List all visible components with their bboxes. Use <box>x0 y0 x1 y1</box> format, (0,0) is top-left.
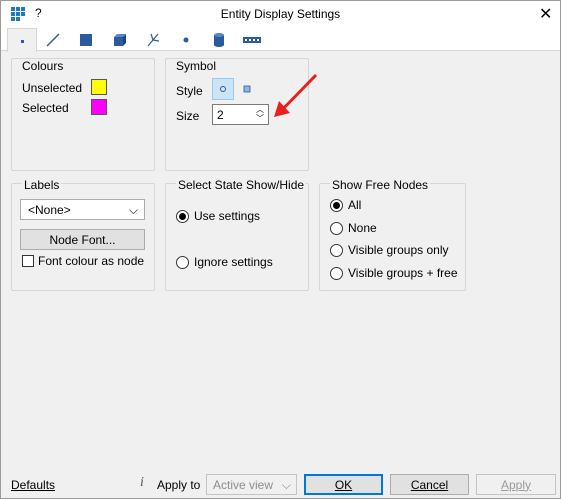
ok-button[interactable]: OK <box>304 474 383 495</box>
ok-label: OK <box>334 477 353 492</box>
tab-point[interactable] <box>171 28 201 51</box>
symbol-title: Symbol <box>176 59 217 73</box>
selected-color-swatch[interactable] <box>91 99 107 115</box>
select-state-group: Select State Show/Hide <box>165 178 309 291</box>
tab-surface[interactable] <box>71 28 101 51</box>
style-label: Style <box>176 84 203 98</box>
style-square-button[interactable] <box>236 78 258 100</box>
apply-to-dropdown[interactable]: Active view ⌵ <box>206 474 297 495</box>
chevron-down-icon[interactable]: ﹀ <box>254 114 266 123</box>
info-icon: i <box>140 475 144 490</box>
ignore-settings-label: Ignore settings <box>194 255 273 269</box>
free-nodes-all-label: All <box>348 198 362 212</box>
use-settings-label: Use settings <box>194 209 261 223</box>
dialog-window: ? Entity Display Settings ✕ Colours Unse… <box>0 0 561 499</box>
volume-icon <box>114 33 126 46</box>
ignore-settings-radio[interactable] <box>176 256 189 269</box>
title-bar: ? Entity Display Settings ✕ <box>1 1 560 28</box>
selected-label: Selected <box>22 101 69 115</box>
square-symbol-icon <box>243 85 251 93</box>
node-font-button[interactable]: Node Font... <box>20 229 145 250</box>
dotted-line-icon <box>243 36 261 43</box>
cancel-button[interactable]: Cancel <box>390 474 469 495</box>
tab-dotted[interactable] <box>237 28 267 51</box>
font-colour-checkbox[interactable] <box>22 255 34 267</box>
apply-to-label: Apply to <box>157 478 201 492</box>
close-icon[interactable]: ✕ <box>539 4 552 24</box>
chevron-down-icon: ⌵ <box>128 203 138 217</box>
branch-icon <box>147 33 160 46</box>
unselected-label: Unselected <box>22 81 83 95</box>
style-circle-button[interactable] <box>212 78 234 100</box>
select-state-title: Select State Show/Hide <box>176 178 307 192</box>
window-title: Entity Display Settings <box>220 7 341 21</box>
colours-title: Colours <box>22 59 64 73</box>
size-value: 2 <box>217 108 224 122</box>
tab-branch[interactable] <box>138 28 168 51</box>
chevron-up-icon[interactable]: ︿ <box>254 105 266 114</box>
labels-title: Labels <box>22 178 62 192</box>
line-icon <box>46 32 60 47</box>
apply-label: Apply <box>500 477 532 492</box>
labels-dropdown-value: <None> <box>28 203 71 217</box>
tab-line[interactable] <box>38 28 68 51</box>
free-nodes-visible-radio[interactable] <box>330 244 343 257</box>
free-nodes-none-label: None <box>348 221 377 235</box>
apply-button[interactable]: Apply <box>476 474 556 495</box>
node-icon <box>21 39 24 43</box>
apply-to-value: Active view <box>213 478 274 492</box>
free-nodes-title: Show Free Nodes <box>330 178 431 192</box>
tab-volume[interactable] <box>105 28 135 51</box>
tab-node[interactable] <box>7 28 37 52</box>
free-nodes-visible-free-label: Visible groups + free <box>348 266 458 280</box>
point-icon <box>183 37 189 42</box>
cylinder-icon <box>214 32 224 47</box>
use-settings-radio[interactable] <box>176 210 189 223</box>
chevron-down-icon: ⌵ <box>281 478 291 492</box>
cancel-label: Cancel <box>410 477 449 492</box>
red-arrow-annotation <box>274 73 318 117</box>
free-nodes-all-radio[interactable] <box>330 199 343 212</box>
unselected-color-swatch[interactable] <box>91 79 107 95</box>
size-label: Size <box>176 109 200 123</box>
defaults-link[interactable]: Defaults <box>11 478 55 492</box>
size-stepper[interactable]: ︿ ﹀ <box>254 105 266 124</box>
free-nodes-visible-free-radio[interactable] <box>330 267 343 280</box>
labels-dropdown[interactable]: <None> ⌵ <box>20 199 145 220</box>
free-nodes-visible-label: Visible groups only <box>348 243 449 257</box>
surface-icon <box>80 33 92 46</box>
free-nodes-none-radio[interactable] <box>330 222 343 235</box>
circle-symbol-icon <box>220 86 226 92</box>
tab-strip <box>1 28 560 52</box>
tab-cylinder[interactable] <box>204 28 234 51</box>
colours-group: Colours Unselected Selected <box>11 58 155 171</box>
size-spinbox[interactable]: 2 ︿ ﹀ <box>212 104 269 125</box>
font-colour-label: Font colour as node <box>38 254 145 268</box>
